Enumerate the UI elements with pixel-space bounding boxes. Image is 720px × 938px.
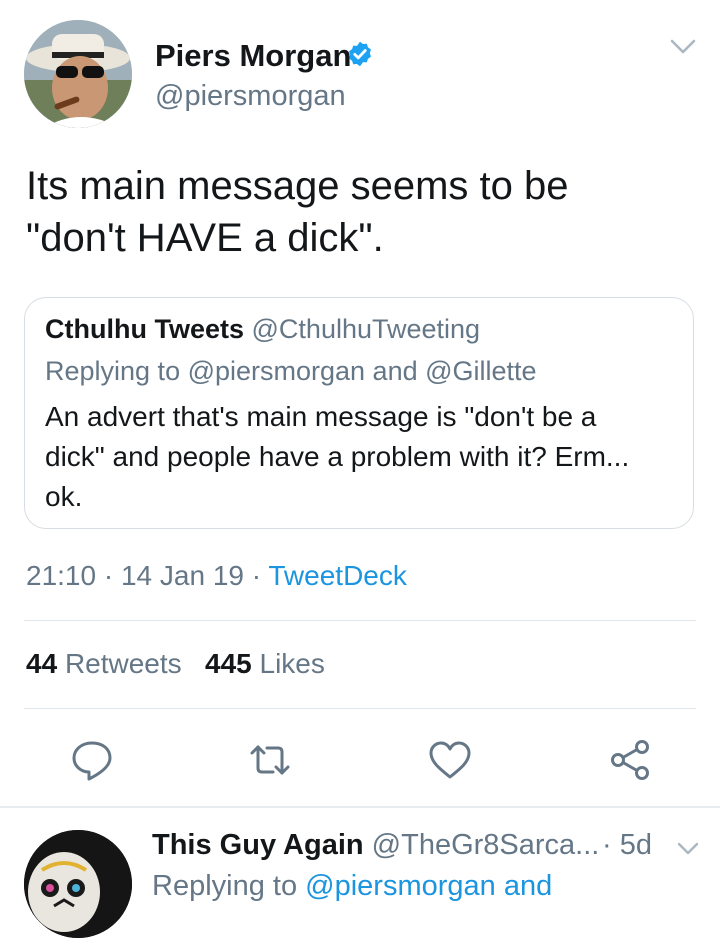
- meta-separator: ·: [243, 560, 269, 591]
- retweet-button[interactable]: [246, 736, 294, 784]
- likes-count: 445: [205, 648, 252, 679]
- retweet-icon: [250, 745, 290, 775]
- quoted-author-handle: @CthulhuTweeting: [251, 314, 481, 344]
- reply-author-name: This Guy Again: [152, 829, 364, 861]
- quoted-replying-to: Replying to @piersmorgan and @Gillette: [45, 356, 537, 386]
- quoted-tweet-text: An advert that's main message is "don't …: [45, 397, 675, 517]
- tweet-text-line: Its main message seems to be: [26, 164, 569, 208]
- likes-stat[interactable]: 445 Likes: [205, 648, 325, 679]
- reply-timestamp[interactable]: · 5d: [602, 829, 652, 862]
- reply-button[interactable]: [68, 736, 116, 784]
- verified-badge-icon: [346, 40, 374, 68]
- quoted-text-line: ok.: [45, 481, 83, 512]
- tweet-meta: 21:10 · 14 Jan 19 · TweetDeck: [26, 560, 407, 592]
- chevron-down-icon[interactable]: [668, 36, 698, 58]
- reply-replying-to: Replying to @piersmorgan and: [152, 870, 552, 903]
- author-handle[interactable]: @piersmorgan: [155, 80, 346, 113]
- reply-author-handle: @TheGr8Sarca...: [371, 829, 600, 861]
- replying-mention-link[interactable]: @piersmorgan and: [305, 870, 552, 902]
- section-divider: [0, 806, 720, 808]
- likes-label: Likes: [259, 648, 325, 679]
- reply-author[interactable]: This Guy Again @TheGr8Sarca...: [152, 829, 599, 862]
- author-avatar[interactable]: [24, 20, 132, 128]
- tweet-time: 21:10: [26, 560, 97, 591]
- chevron-down-icon[interactable]: [676, 840, 700, 858]
- like-icon: [429, 741, 471, 779]
- retweets-label: Retweets: [64, 648, 182, 679]
- divider: [24, 620, 696, 621]
- author-name[interactable]: Piers Morgan: [155, 38, 351, 74]
- quoted-author-name: Cthulhu Tweets: [45, 314, 244, 344]
- share-icon: [611, 740, 649, 780]
- tweet-date: 14 Jan 19: [120, 560, 244, 591]
- quoted-text-line: An advert that's main message is "don't …: [45, 401, 597, 432]
- meta-separator: ·: [96, 560, 121, 591]
- tweet-source-link[interactable]: TweetDeck: [268, 560, 407, 591]
- tweet-text: Its main message seems to be "don't HAVE…: [26, 160, 696, 264]
- reply-icon: [72, 741, 112, 781]
- tweet-text-line: "don't HAVE a dick".: [26, 216, 384, 260]
- share-button[interactable]: [606, 736, 654, 784]
- quoted-text-line: dick" and people have a problem with it?…: [45, 441, 630, 472]
- tweet-stats: 44 Retweets 445 Likes: [26, 648, 325, 680]
- quoted-author: Cthulhu Tweets @CthulhuTweeting: [45, 314, 480, 345]
- retweets-stat[interactable]: 44 Retweets: [26, 648, 182, 679]
- like-button[interactable]: [426, 736, 474, 784]
- replying-prefix: Replying to: [152, 870, 298, 902]
- retweets-count: 44: [26, 648, 58, 679]
- reply-author-avatar[interactable]: [24, 830, 132, 938]
- divider: [24, 708, 696, 709]
